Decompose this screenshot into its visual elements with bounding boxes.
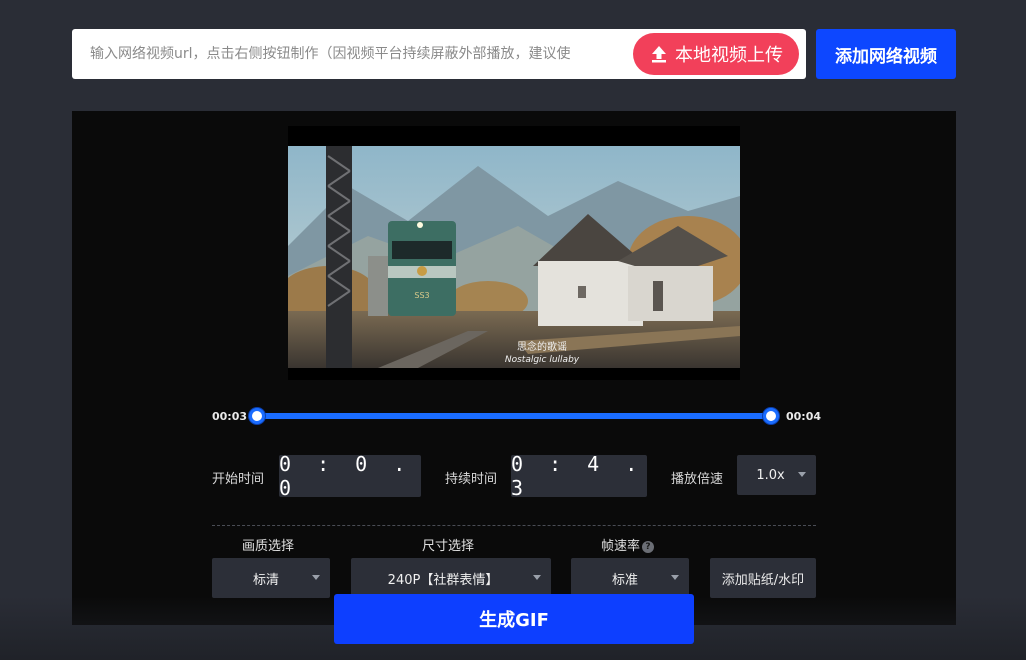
start-time-label: 开始时间 bbox=[212, 472, 265, 487]
chevron-down-icon bbox=[533, 575, 541, 580]
range-start-time: 00:03 bbox=[212, 410, 248, 423]
generate-gif-button[interactable]: 生成GIF bbox=[334, 594, 694, 644]
chevron-down-icon bbox=[798, 472, 806, 477]
quality-select[interactable]: 标清 bbox=[212, 558, 330, 598]
local-upload-button[interactable]: 本地视频上传 bbox=[633, 33, 799, 75]
editor-panel: SS3 思念的歌谣 Nostalgic lullaby 00:03 00:04 … bbox=[72, 111, 956, 625]
help-icon[interactable]: ? bbox=[642, 540, 655, 553]
fps-select[interactable]: 标准 bbox=[571, 558, 689, 598]
duration-input[interactable]: 0 : 4 . 3 bbox=[511, 452, 647, 500]
speed-label: 播放倍速 bbox=[671, 472, 724, 487]
range-track[interactable] bbox=[257, 413, 771, 419]
add-network-video-label: 添加网络视频 bbox=[835, 46, 937, 67]
video-preview[interactable]: SS3 思念的歌谣 Nostalgic lullaby bbox=[288, 126, 740, 380]
range-end-handle[interactable] bbox=[763, 408, 779, 424]
quality-value: 标清 bbox=[252, 572, 279, 588]
section-divider bbox=[212, 525, 816, 526]
subtitle-english: Nostalgic lullaby bbox=[505, 355, 580, 365]
sticker-label: 添加贴纸/水印 bbox=[721, 572, 805, 588]
range-end-time: 00:04 bbox=[786, 410, 822, 423]
speed-select[interactable]: 1.0x bbox=[737, 455, 816, 495]
start-time-input[interactable]: 0 : 0 . 0 bbox=[279, 452, 421, 500]
chevron-down-icon bbox=[312, 575, 320, 580]
size-select[interactable]: 240P【社群表情】 bbox=[351, 558, 551, 598]
add-sticker-watermark-button[interactable]: 添加贴纸/水印 bbox=[710, 558, 816, 598]
duration-label: 持续时间 bbox=[445, 472, 498, 487]
local-upload-label: 本地视频上传 bbox=[675, 45, 783, 66]
generate-gif-label: 生成GIF bbox=[479, 610, 549, 631]
chevron-down-icon bbox=[671, 575, 679, 580]
fps-title: 帧速率 bbox=[601, 539, 641, 554]
train-plate-text: SS3 bbox=[414, 291, 429, 300]
subtitle-chinese: 思念的歌谣 bbox=[517, 340, 567, 353]
video-frame-image: SS3 思念的歌谣 Nostalgic lullaby bbox=[288, 126, 740, 380]
add-network-video-button[interactable]: 添加网络视频 bbox=[816, 29, 956, 79]
upload-icon bbox=[652, 46, 666, 63]
fps-title-wrap: 帧速率? bbox=[601, 535, 655, 554]
speed-value: 1.0x bbox=[756, 467, 785, 483]
size-value: 240P【社群表情】 bbox=[387, 572, 499, 588]
range-start-handle[interactable] bbox=[249, 408, 265, 424]
quality-title: 画质选择 bbox=[242, 539, 295, 554]
size-title: 尺寸选择 bbox=[422, 539, 475, 554]
fps-value: 标准 bbox=[611, 572, 638, 588]
